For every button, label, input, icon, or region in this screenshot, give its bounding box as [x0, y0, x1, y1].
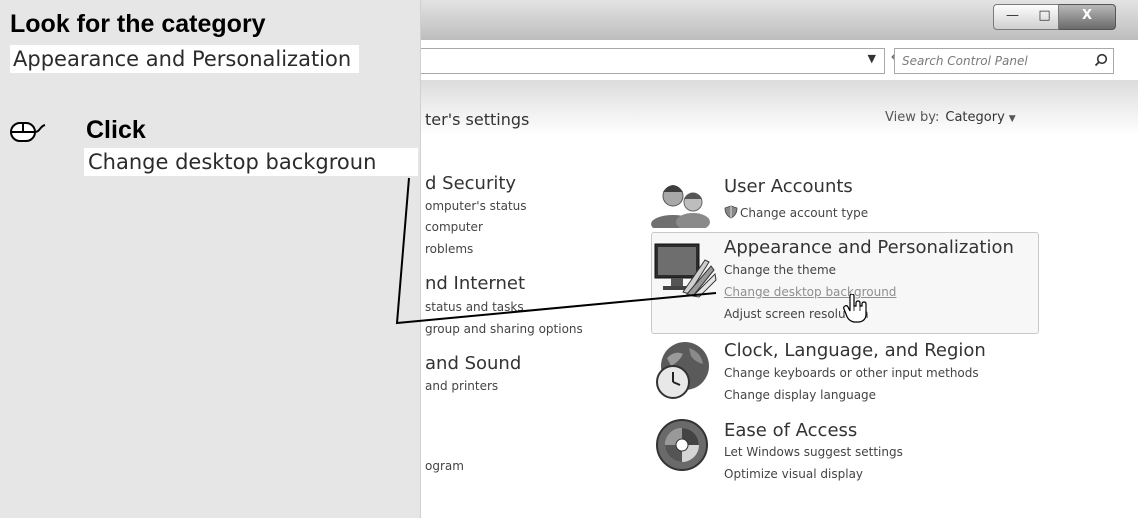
category-link[interactable]: computer	[425, 220, 483, 234]
category-title-user-accounts[interactable]: User Accounts	[724, 176, 853, 197]
address-bar[interactable]: ▼	[421, 48, 885, 74]
optimize-visual-display-link[interactable]: Optimize visual display	[724, 467, 863, 481]
category-link[interactable]: roblems	[425, 242, 473, 256]
hand-cursor-icon	[843, 294, 867, 323]
change-display-language-link[interactable]: Change display language	[724, 388, 876, 402]
category-title-clock-language[interactable]: Clock, Language, and Region	[724, 340, 986, 361]
category-title-appearance[interactable]: Appearance and Personalization	[724, 237, 1014, 258]
view-by: View by: Category ▼	[885, 110, 1016, 125]
chevron-down-icon[interactable]: ▼	[1009, 114, 1016, 124]
view-by-label: View by:	[885, 110, 940, 125]
appearance-icon	[654, 243, 717, 298]
title-bar: — □ X	[421, 0, 1138, 40]
category-link[interactable]: group and sharing options	[425, 322, 583, 336]
instruction-target: Change desktop backgroun	[84, 148, 418, 176]
close-icon: X	[1081, 8, 1093, 23]
change-theme-link[interactable]: Change the theme	[724, 263, 836, 277]
minimize-button[interactable]: —	[993, 4, 1032, 30]
view-by-dropdown[interactable]: Category	[945, 110, 1004, 125]
category-link[interactable]: ogram	[425, 459, 464, 473]
change-account-type-link[interactable]: Change account type	[740, 206, 868, 220]
search-input[interactable]: Search Control Panel	[894, 48, 1114, 74]
let-windows-suggest-link[interactable]: Let Windows suggest settings	[724, 445, 903, 459]
ease-of-access-icon	[656, 419, 708, 471]
globe-clock-icon	[656, 342, 709, 399]
instruction-action: Click	[86, 116, 146, 144]
users-icon	[651, 185, 710, 228]
control-panel-content: ter's settings View by: Category ▼ d Secur…	[421, 80, 1138, 518]
control-panel-window: — □ X ▼ ↔ Search Control Panel ter's set…	[421, 0, 1138, 518]
instruction-category: Appearance and Personalization	[10, 45, 360, 73]
instruction-panel: Look for the category Appearance and Per…	[0, 0, 421, 518]
instruction-heading: Look for the category	[10, 10, 266, 38]
category-title-security[interactable]: d Security	[425, 173, 516, 194]
minimize-icon: —	[1006, 8, 1019, 23]
change-desktop-background-link[interactable]: Change desktop background	[724, 285, 896, 299]
category-link[interactable]: status and tasks	[425, 300, 524, 314]
shield-icon	[724, 205, 738, 219]
category-title-network[interactable]: nd Internet	[425, 273, 525, 294]
chevron-down-icon[interactable]: ▼	[868, 52, 876, 65]
close-button[interactable]: X	[1059, 4, 1116, 30]
category-title-sound[interactable]: and Sound	[425, 353, 521, 374]
maximize-button[interactable]: □	[1031, 4, 1059, 30]
search-icon[interactable]	[1094, 53, 1108, 67]
category-link[interactable]: omputer's status	[425, 199, 527, 213]
change-keyboards-link[interactable]: Change keyboards or other input methods	[724, 366, 979, 380]
mouse-icon	[10, 122, 46, 142]
category-link[interactable]: and printers	[425, 379, 498, 393]
maximize-icon: □	[1038, 8, 1051, 23]
search-placeholder: Search Control Panel	[902, 54, 1028, 68]
page-title: ter's settings	[425, 110, 530, 129]
category-title-ease-of-access[interactable]: Ease of Access	[724, 420, 857, 441]
